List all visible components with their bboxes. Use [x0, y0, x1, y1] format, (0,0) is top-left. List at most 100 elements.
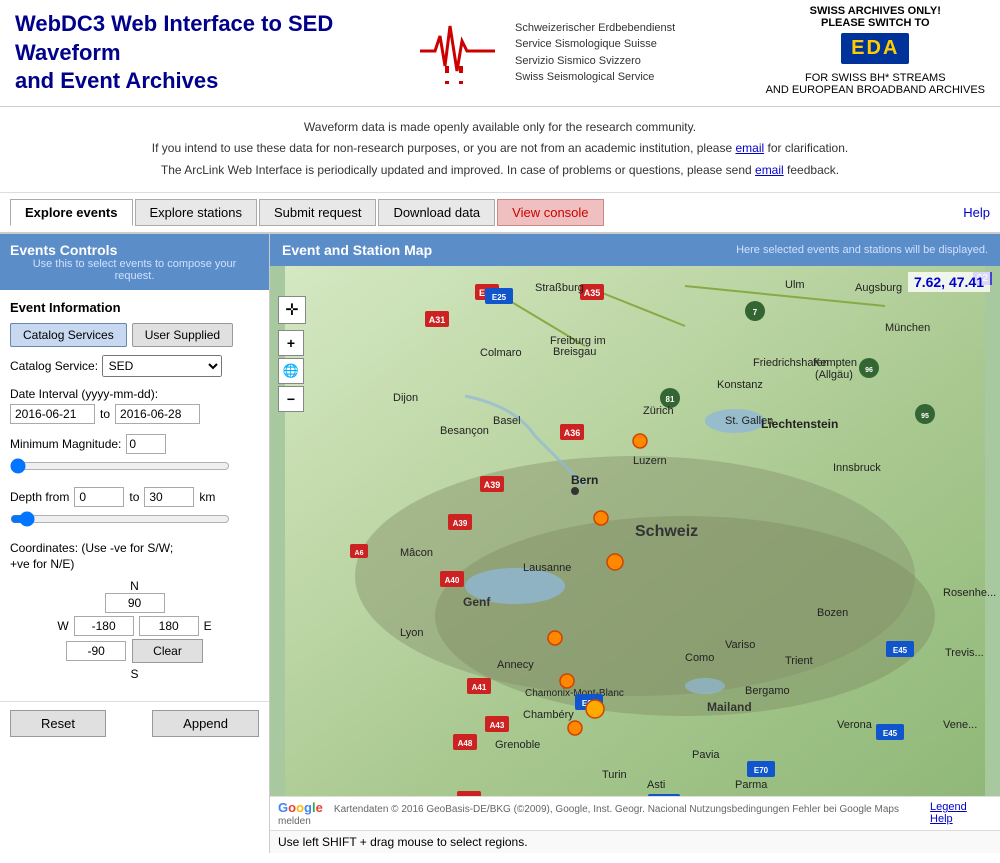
swiss-streams: FOR SWISS BH* STREAMS AND EUROPEAN BROAD…: [766, 72, 985, 96]
map-area: Event and Station Map Here selected even…: [270, 234, 1000, 853]
coords-label: Coordinates: (Use -ve for S/W; +ve for N…: [10, 540, 259, 574]
svg-text:Konstanz: Konstanz: [717, 379, 763, 391]
legend-link[interactable]: Legend: [930, 801, 967, 813]
user-supplied-btn[interactable]: User Supplied: [132, 323, 233, 347]
coordinates-section: Coordinates: (Use -ve for S/W; +ve for N…: [10, 540, 259, 682]
min-magnitude-row: Minimum Magnitude:: [10, 434, 259, 477]
svg-text:Chambéry: Chambéry: [523, 709, 574, 721]
magnitude-slider-container: [10, 458, 259, 477]
svg-text:Schweiz: Schweiz: [635, 523, 698, 540]
eda-logo-text: EDA: [851, 37, 899, 59]
map-footer: Google Kartendaten © 2016 GeoBasis-DE/BK…: [270, 796, 1000, 830]
tab-download-data[interactable]: Download data: [378, 199, 495, 226]
svg-text:Turin: Turin: [602, 769, 627, 781]
tabs-bar: Explore events Explore stations Submit r…: [0, 193, 1000, 234]
depth-slider[interactable]: [10, 511, 230, 527]
west-input[interactable]: [74, 616, 134, 636]
svg-text:Trient: Trient: [785, 655, 813, 667]
magnitude-slider[interactable]: [10, 458, 230, 474]
svg-text:Genf: Genf: [463, 595, 491, 609]
tab-view-console[interactable]: View console: [497, 199, 603, 226]
north-label: N: [10, 579, 259, 593]
svg-text:Trevis...: Trevis...: [945, 647, 984, 659]
map-help-link[interactable]: Help: [930, 813, 953, 825]
map-coordinates: 7.62, 47.41: [908, 272, 990, 292]
svg-text:Annecy: Annecy: [497, 659, 534, 671]
header-service-text: Schweizerischer Erdbebendienst Service S…: [515, 20, 675, 86]
date-to-label: to: [100, 407, 110, 421]
map-zoom-in-button[interactable]: +: [278, 330, 304, 356]
header-title: WebDC3 Web Interface to SED Waveform and…: [15, 10, 395, 96]
svg-text:A39: A39: [484, 480, 501, 490]
date-row: to: [10, 404, 259, 424]
min-magnitude-input[interactable]: [126, 434, 166, 454]
depth-slider-container: [10, 511, 259, 530]
east-label: E: [204, 619, 212, 633]
svg-text:Verona: Verona: [837, 719, 873, 731]
svg-text:81: 81: [666, 395, 675, 404]
info-line1: Waveform data is made openly available o…: [20, 117, 980, 139]
svg-text:Grenoble: Grenoble: [495, 739, 540, 751]
east-input[interactable]: [139, 616, 199, 636]
tab-explore-stations[interactable]: Explore stations: [135, 199, 258, 226]
svg-text:A43: A43: [490, 721, 505, 730]
depth-from-input[interactable]: [74, 487, 124, 507]
svg-text:Besançon: Besançon: [440, 425, 489, 437]
tab-explore-events[interactable]: Explore events: [10, 199, 133, 226]
south-label: S: [130, 667, 138, 681]
svg-text:E45: E45: [883, 729, 898, 738]
map-zoom-out-button[interactable]: −: [278, 386, 304, 412]
south-input[interactable]: [66, 641, 126, 661]
svg-text:Augsburg: Augsburg: [855, 282, 902, 294]
google-logo: Google: [278, 803, 326, 815]
map-title: Event and Station Map: [282, 242, 432, 258]
map-nav-controls: ✛ + 🌐 −: [278, 296, 306, 412]
event-type-buttons: Catalog Services User Supplied: [10, 323, 259, 347]
svg-text:A6: A6: [355, 550, 364, 557]
map-container[interactable]: E23 A35 A31 A36 A39 81 7 Straßburg Ulm A…: [270, 266, 1000, 796]
date-interval-row: Date Interval (yyyy-mm-dd): to: [10, 387, 259, 424]
svg-text:A41: A41: [472, 683, 487, 692]
event-info-label: Event Information: [10, 300, 259, 315]
north-input[interactable]: [105, 593, 165, 613]
svg-text:Liechtenstein: Liechtenstein: [761, 417, 838, 431]
map-globe-button[interactable]: 🌐: [278, 358, 304, 384]
map-pan-button[interactable]: ✛: [278, 296, 306, 324]
svg-text:E25: E25: [492, 293, 507, 302]
svg-text:A31: A31: [429, 315, 446, 325]
svg-text:A35: A35: [584, 288, 601, 298]
svg-text:Bern: Bern: [571, 473, 598, 487]
tab-submit-request[interactable]: Submit request: [259, 199, 376, 226]
map-legend-links: Legend Help: [930, 801, 992, 825]
svg-text:95: 95: [921, 413, 929, 420]
date-interval-label: Date Interval (yyyy-mm-dd):: [10, 387, 259, 401]
depth-unit: km: [199, 490, 215, 504]
depth-to-label: to: [129, 490, 139, 504]
date-to-input[interactable]: [115, 404, 200, 424]
svg-text:Mâcon: Mâcon: [400, 547, 433, 559]
svg-text:Kempten: Kempten: [813, 357, 857, 369]
map-svg: E23 A35 A31 A36 A39 81 7 Straßburg Ulm A…: [270, 266, 1000, 796]
date-from-input[interactable]: [10, 404, 95, 424]
reset-button[interactable]: Reset: [10, 710, 106, 737]
eda-logo[interactable]: EDA: [841, 33, 909, 64]
catalog-services-btn[interactable]: Catalog Services: [10, 323, 127, 347]
map-subtitle: Here selected events and stations will b…: [736, 244, 988, 256]
email-link-2[interactable]: email: [755, 163, 784, 177]
svg-text:Pavia: Pavia: [692, 749, 720, 761]
svg-text:E45: E45: [893, 646, 908, 655]
svg-text:Parma: Parma: [735, 779, 768, 791]
svg-text:A48: A48: [458, 739, 473, 748]
svg-text:München: München: [885, 322, 930, 334]
svg-text:Lausanne: Lausanne: [523, 562, 571, 574]
clear-button[interactable]: Clear: [132, 639, 203, 663]
svg-text:Basel: Basel: [493, 415, 521, 427]
catalog-service-select[interactable]: SED EMSC USGS ISC: [102, 355, 222, 377]
west-label: W: [57, 619, 68, 633]
help-link[interactable]: Help: [963, 205, 990, 220]
depth-label: Depth from: [10, 490, 69, 504]
depth-to-input[interactable]: [144, 487, 194, 507]
email-link-1[interactable]: email: [735, 141, 764, 155]
append-button[interactable]: Append: [152, 710, 259, 737]
action-buttons: Reset Append: [0, 701, 269, 745]
